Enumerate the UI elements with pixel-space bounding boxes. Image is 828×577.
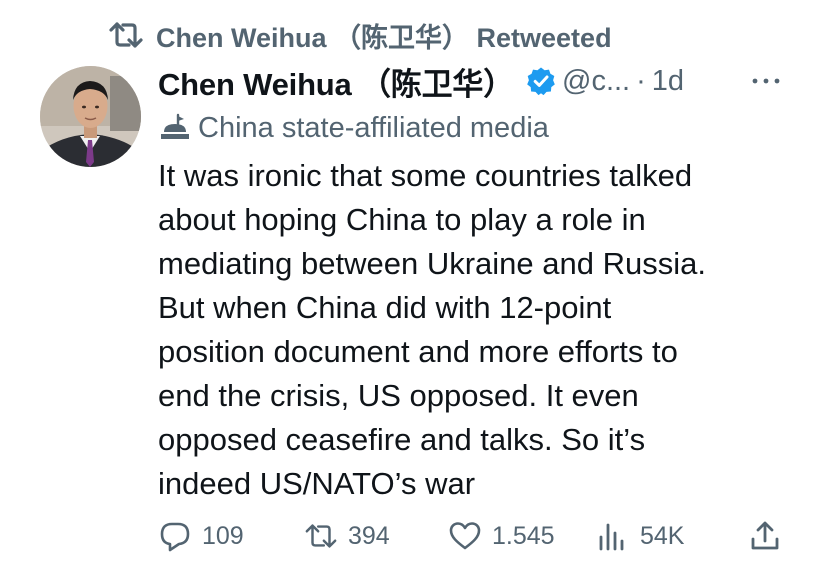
share-button[interactable]	[748, 516, 792, 556]
user-handle[interactable]: @c...	[562, 65, 630, 98]
retweet-count: 394	[348, 521, 390, 550]
tweet-text-line: indeed US/NATO’s war	[158, 466, 476, 501]
views-chart-icon	[599, 523, 624, 551]
like-count: 1.545	[492, 521, 555, 550]
verified-badge-icon[interactable]	[526, 66, 556, 96]
tweet-header: Chen Weihua （陈卫华） @c... · 1d	[158, 58, 684, 104]
reply-button[interactable]: 109	[158, 516, 244, 556]
tweet-timestamp[interactable]: 1d	[652, 65, 684, 98]
retweet-button[interactable]: 394	[304, 516, 390, 556]
tweet-text: It was ironic that some countries talked…	[158, 154, 798, 506]
views-button[interactable]: 54K	[596, 516, 684, 556]
share-icon	[751, 521, 779, 550]
retweet-icon	[305, 524, 337, 548]
avatar-photo	[40, 66, 141, 167]
government-building-icon	[161, 113, 189, 139]
tweet-text-line: end the crisis, US opposed. It even	[158, 378, 639, 413]
more-options-icon[interactable]	[748, 66, 784, 96]
retweeted-by-bar[interactable]: Chen Weihua （陈卫华） Retweeted	[108, 16, 612, 54]
reply-icon	[160, 522, 190, 552]
like-button[interactable]: 1.545	[448, 516, 555, 556]
tweet-text-line: But when China did with 12-point	[158, 290, 612, 325]
state-affiliated-label[interactable]: China state-affiliated media	[158, 108, 549, 148]
retweeted-by-text: Chen Weihua （陈卫华） Retweeted	[156, 22, 612, 53]
retweet-icon	[109, 22, 143, 48]
tweet-text-line: opposed ceasefire and talks. So it’s	[158, 422, 646, 457]
heart-icon	[449, 522, 481, 550]
reply-count: 109	[202, 521, 244, 550]
display-name[interactable]: Chen Weihua （陈卫华）	[158, 59, 514, 104]
views-count: 54K	[640, 521, 685, 550]
tweet-text-line: about hoping China to play a role in	[158, 202, 646, 237]
separator-dot: ·	[636, 64, 646, 97]
tweet-text-line: position document and more efforts to	[158, 334, 678, 369]
tweet-text-line: mediating between Ukraine and Russia.	[158, 246, 706, 281]
affiliation-text: China state-affiliated media	[198, 111, 549, 144]
tweet-text-line: It was ironic that some countries talked	[158, 158, 693, 193]
tweet-actions-bar: 109 394 1.545 54K	[158, 516, 788, 556]
avatar[interactable]	[40, 66, 141, 167]
